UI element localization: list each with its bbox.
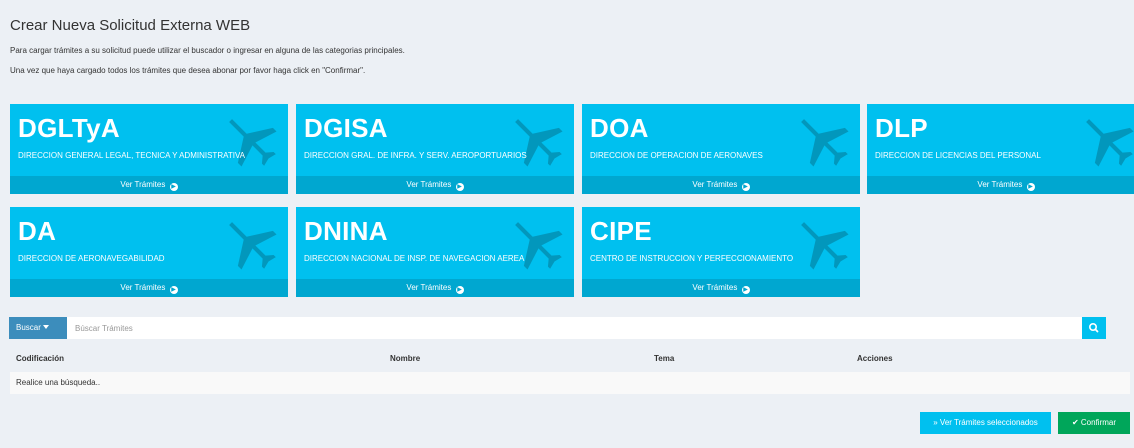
plane-icon	[801, 119, 849, 167]
tile-code: DA	[18, 216, 57, 246]
search-icon	[1089, 323, 1099, 333]
ver-tramites-label: Ver Trámites	[692, 283, 738, 292]
ver-tramites-label: Ver Trámites	[120, 283, 166, 292]
tile-code: DLP	[875, 113, 928, 143]
check-icon: ✔	[1071, 418, 1079, 427]
tile-description: DIRECCION DE AERONAVEGABILIDAD	[18, 254, 165, 263]
view-selected-label: Ver Trámites seleccionados	[939, 418, 1038, 427]
arrow-circle-right-icon: ▶	[455, 286, 464, 294]
tile-description: DIRECCION DE LICENCIAS DEL PERSONAL	[875, 151, 1041, 160]
plane-icon	[515, 119, 563, 167]
double-chevron-right-icon: »	[933, 418, 938, 427]
category-tile-dgisa: DGISA DIRECCION GRAL. DE INFRA. Y SERV. …	[296, 104, 574, 194]
arrow-circle-right-icon: ▶	[169, 183, 178, 191]
tile-code: DOA	[590, 113, 649, 143]
column-header: Acciones	[857, 354, 893, 363]
plane-icon	[801, 222, 849, 270]
confirm-label: Confirmar	[1080, 418, 1117, 427]
search-button-label: Buscar	[16, 323, 41, 332]
search-submit-button[interactable]	[1082, 317, 1106, 339]
ver-tramites-link[interactable]: Ver Trámites ▶	[582, 279, 860, 297]
arrow-circle-right-icon: ▶	[1026, 183, 1035, 191]
tile-description: CENTRO DE INSTRUCCION Y PERFECCIONAMIENT…	[590, 254, 794, 263]
page-title: Crear Nueva Solicitud Externa WEB	[10, 17, 251, 34]
ver-tramites-label: Ver Trámites	[120, 180, 166, 189]
view-selected-button[interactable]: » Ver Trámites seleccionados	[920, 412, 1051, 434]
category-tile-dnina: DNINA DIRECCION NACIONAL DE INSP. DE NAV…	[296, 207, 574, 297]
category-tile-dlp: DLP DIRECCION DE LICENCIAS DEL PERSONAL …	[867, 104, 1134, 194]
results-table-header: Codificación Nombre Tema Acciones	[0, 350, 1120, 368]
plane-icon	[229, 119, 277, 167]
ver-tramites-label: Ver Trámites	[406, 180, 452, 189]
caret-down-icon	[42, 325, 49, 329]
arrow-circle-right-icon: ▶	[741, 183, 750, 191]
tile-description: DIRECCION DE OPERACION DE AERONAVES	[590, 151, 763, 160]
ver-tramites-link[interactable]: Ver Trámites ▶	[582, 176, 860, 194]
ver-tramites-link[interactable]: Ver Trámites ▶	[296, 279, 574, 297]
tile-description: DIRECCION NACIONAL DE INSP. DE NAVEGACIO…	[304, 254, 525, 263]
ver-tramites-link[interactable]: Ver Trámites ▶	[10, 279, 288, 297]
ver-tramites-label: Ver Trámites	[977, 180, 1023, 189]
plane-icon	[229, 222, 277, 270]
search-bar: Buscar	[9, 317, 1106, 339]
search-dropdown-button[interactable]: Buscar	[9, 317, 67, 339]
category-tile-cipe: CIPE CENTRO DE INSTRUCCION Y PERFECCIONA…	[582, 207, 860, 297]
tile-code: DGISA	[304, 113, 388, 143]
plane-icon	[1086, 119, 1134, 167]
arrow-circle-right-icon: ▶	[169, 286, 178, 294]
tile-code: DGLTyA	[18, 113, 120, 143]
category-tile-dgltya: DGLTyA DIRECCION GENERAL LEGAL, TECNICA …	[10, 104, 288, 194]
ver-tramites-label: Ver Trámites	[406, 283, 452, 292]
category-tile-da: DA DIRECCION DE AERONAVEGABILIDAD Ver Tr…	[10, 207, 288, 297]
category-tile-doa: DOA DIRECCION DE OPERACION DE AERONAVES …	[582, 104, 860, 194]
ver-tramites-label: Ver Trámites	[692, 180, 738, 189]
arrow-circle-right-icon: ▶	[455, 183, 464, 191]
intro-text-2: Una vez que haya cargado todos los trámi…	[10, 66, 366, 75]
tile-code: DNINA	[304, 216, 388, 246]
column-header: Nombre	[390, 354, 421, 363]
empty-results-text: Realice una búsqueda..	[16, 378, 101, 387]
ver-tramites-link[interactable]: Ver Trámites ▶	[867, 176, 1134, 194]
ver-tramites-link[interactable]: Ver Trámites ▶	[10, 176, 288, 194]
ver-tramites-link[interactable]: Ver Trámites ▶	[296, 176, 574, 194]
empty-results-row: Realice una búsqueda..	[10, 372, 1130, 394]
tile-description: DIRECCION GRAL. DE INFRA. Y SERV. AEROPO…	[304, 151, 527, 160]
column-header: Tema	[654, 354, 675, 363]
tile-code: CIPE	[590, 216, 652, 246]
plane-icon	[515, 222, 563, 270]
intro-text-1: Para cargar trámites a su solicitud pued…	[10, 46, 405, 55]
confirm-button[interactable]: ✔ Confirmar	[1058, 412, 1130, 434]
page-container: Crear Nueva Solicitud Externa WEB Para c…	[10, 8, 1134, 297]
arrow-circle-right-icon: ▶	[741, 286, 750, 294]
tile-description: DIRECCION GENERAL LEGAL, TECNICA Y ADMIN…	[18, 151, 246, 160]
column-header: Codificación	[16, 354, 65, 363]
search-input[interactable]	[69, 317, 1074, 339]
